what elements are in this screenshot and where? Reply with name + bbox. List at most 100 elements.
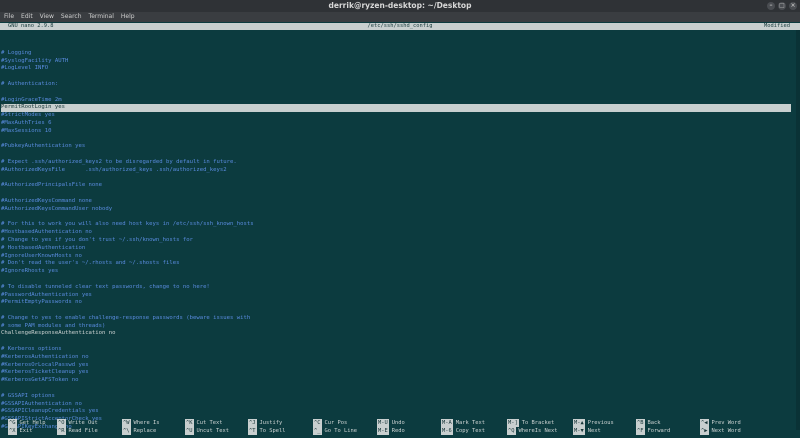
shortcut-key: ^W bbox=[122, 419, 131, 427]
minimize-icon[interactable]: – bbox=[767, 2, 775, 10]
shortcut-item: ^W Where Is bbox=[122, 419, 159, 427]
terminal-area[interactable]: GNU nano 2.9.8 /etc/ssh/sshd_config Modi… bbox=[0, 22, 800, 438]
shortcut-item: M-] To Bracket bbox=[507, 419, 554, 427]
editor-line[interactable]: # For this to work you will also need ho… bbox=[1, 221, 791, 229]
editor-line[interactable]: PermitRootLogin yes bbox=[1, 104, 791, 113]
shortcut-key: ^F bbox=[636, 427, 645, 435]
shortcut-key: ^B bbox=[636, 419, 645, 427]
editor-line[interactable]: # Logging bbox=[1, 50, 791, 58]
editor-line[interactable]: #PubkeyAuthentication yes bbox=[1, 143, 791, 151]
editor-line[interactable]: # Change to yes to enable challenge-resp… bbox=[1, 315, 791, 323]
editor-line[interactable] bbox=[1, 151, 791, 159]
maximize-icon[interactable]: □ bbox=[778, 2, 786, 10]
shortcut-item: ^Q WhereIs Next bbox=[507, 427, 557, 435]
nano-header: GNU nano 2.9.8 /etc/ssh/sshd_config Modi… bbox=[0, 23, 800, 30]
shortcut-item: ^J Justify bbox=[248, 419, 282, 427]
shortcut-item: ^R Read File bbox=[57, 427, 98, 435]
editor-line[interactable]: # Change to yes if you don't trust ~/.ss… bbox=[1, 237, 791, 245]
editor-line[interactable]: #MaxAuthTries 6 bbox=[1, 120, 791, 128]
menu-file[interactable]: File bbox=[4, 12, 14, 22]
menu-view[interactable]: View bbox=[40, 12, 54, 22]
editor-line[interactable] bbox=[1, 73, 791, 81]
shortcut-key: ^J bbox=[248, 419, 257, 427]
nano-status: Modified bbox=[764, 23, 790, 29]
editor-line[interactable]: #AuthorizedPrincipalsFile none bbox=[1, 182, 791, 190]
shortcut-key: M-] bbox=[507, 419, 519, 427]
editor-line[interactable]: #LoginGraceTime 2m bbox=[1, 97, 791, 105]
editor-line[interactable] bbox=[1, 214, 791, 222]
editor-line[interactable]: #AuthorizedKeysCommandUser nobody bbox=[1, 206, 791, 214]
scrollbar[interactable] bbox=[796, 30, 800, 430]
shortcut-item: ^G Get Help bbox=[8, 419, 45, 427]
shortcut-key: M-A bbox=[441, 419, 453, 427]
editor-line[interactable]: #IgnoreUserKnownHosts no bbox=[1, 253, 791, 261]
editor-line[interactable]: #KerberosAuthentication no bbox=[1, 354, 791, 362]
editor-line[interactable]: # To disable tunneled clear text passwor… bbox=[1, 284, 791, 292]
editor-line[interactable] bbox=[1, 385, 791, 393]
editor-line[interactable]: #AuthorizedKeysFile .ssh/authorized_keys… bbox=[1, 167, 791, 175]
shortcut-row-1: ^G Get Help ^O Write Out ^W Where Is ^K Cut Tex… bbox=[0, 419, 800, 427]
menu-edit[interactable]: Edit bbox=[21, 12, 33, 22]
editor-line[interactable]: #LogLevel INFO bbox=[1, 65, 791, 73]
menu-bar: File Edit View Search Terminal Help bbox=[0, 12, 800, 22]
editor-line[interactable] bbox=[1, 338, 791, 346]
shortcut-key: ^◀ bbox=[700, 419, 709, 427]
editor-line[interactable]: #IgnoreRhosts yes bbox=[1, 268, 791, 276]
shortcut-label: Copy Text bbox=[455, 428, 485, 434]
shortcut-key: ^_ bbox=[313, 427, 322, 435]
shortcut-label: Previous bbox=[587, 420, 614, 426]
menu-help[interactable]: Help bbox=[121, 12, 135, 22]
menu-terminal[interactable]: Terminal bbox=[89, 12, 114, 22]
editor-line[interactable]: # Expect .ssh/authorized_keys2 to be dis… bbox=[1, 159, 791, 167]
editor-line[interactable]: #SyslogFacility AUTH bbox=[1, 58, 791, 66]
editor-line[interactable] bbox=[1, 42, 791, 50]
shortcut-label: Exit bbox=[19, 428, 33, 434]
editor-line[interactable] bbox=[1, 175, 791, 183]
editor-line[interactable]: # HostbasedAuthentication bbox=[1, 245, 791, 253]
shortcut-key: ^▶ bbox=[700, 427, 709, 435]
editor-line[interactable] bbox=[1, 190, 791, 198]
shortcut-label: Prev Word bbox=[711, 420, 741, 426]
shortcut-item: ^C Cur Pos bbox=[313, 419, 347, 427]
shortcut-item: ^▶ Next Word bbox=[700, 427, 741, 435]
editor-line[interactable]: # Don't read the user's ~/.rhosts and ~/… bbox=[1, 260, 791, 268]
editor-line[interactable]: #HostbasedAuthentication no bbox=[1, 229, 791, 237]
editor-line[interactable] bbox=[1, 89, 791, 97]
editor-line[interactable]: #GSSAPIAuthentication no bbox=[1, 401, 791, 409]
shortcut-label: Undo bbox=[391, 420, 405, 426]
shortcut-key: ^G bbox=[8, 419, 17, 427]
shortcut-label: Uncut Text bbox=[196, 428, 229, 434]
editor-line[interactable]: # Authentication: bbox=[1, 81, 791, 89]
editor-line[interactable] bbox=[1, 276, 791, 284]
editor-line[interactable]: #GSSAPICleanupCredentials yes bbox=[1, 408, 791, 416]
menu-search[interactable]: Search bbox=[61, 12, 82, 22]
editor-line[interactable] bbox=[1, 307, 791, 315]
close-icon[interactable]: × bbox=[789, 2, 797, 10]
editor-line[interactable]: #StrictModes yes bbox=[1, 112, 791, 120]
editor-line[interactable]: #PermitEmptyPasswords no bbox=[1, 299, 791, 307]
shortcut-item: M-U Undo bbox=[377, 419, 405, 427]
editor-line[interactable] bbox=[1, 136, 791, 144]
editor-line[interactable]: ChallengeResponseAuthentication no bbox=[1, 330, 791, 338]
shortcut-item: M-▼ Next bbox=[573, 427, 601, 435]
shortcut-item: M-▲ Previous bbox=[573, 419, 614, 427]
editor-line[interactable]: #PasswordAuthentication yes bbox=[1, 292, 791, 300]
window-controls: – □ × bbox=[767, 2, 797, 10]
editor-line[interactable]: # Kerberos options bbox=[1, 346, 791, 354]
editor-line[interactable]: #KerberosGetAFSToken no bbox=[1, 377, 791, 385]
editor-line[interactable]: #KerberosTicketCleanup yes bbox=[1, 369, 791, 377]
editor-line[interactable]: #AuthorizedKeysCommand none bbox=[1, 198, 791, 206]
shortcut-label: Mark Text bbox=[455, 420, 485, 426]
nano-filename: /etc/ssh/sshd_config bbox=[367, 23, 433, 29]
shortcut-item: ^◀ Prev Word bbox=[700, 419, 741, 427]
editor-line[interactable]: #KerberosOrLocalPasswd yes bbox=[1, 362, 791, 370]
editor-buffer[interactable]: # Logging #SyslogFacility AUTH #LogLevel I… bbox=[1, 42, 791, 432]
window-title: derrik@ryzen-desktop: ~/Desktop bbox=[328, 1, 472, 10]
shortcut-item: ^\ Replace bbox=[122, 427, 156, 435]
shortcut-label: Cut Text bbox=[196, 420, 223, 426]
editor-line[interactable]: # GSSAPI options bbox=[1, 393, 791, 401]
shortcut-item: M-6 Copy Text bbox=[441, 427, 485, 435]
editor-line[interactable]: #MaxSessions 10 bbox=[1, 128, 791, 136]
shortcut-key: ^K bbox=[185, 419, 194, 427]
editor-line[interactable]: # some PAM modules and threads) bbox=[1, 323, 791, 331]
